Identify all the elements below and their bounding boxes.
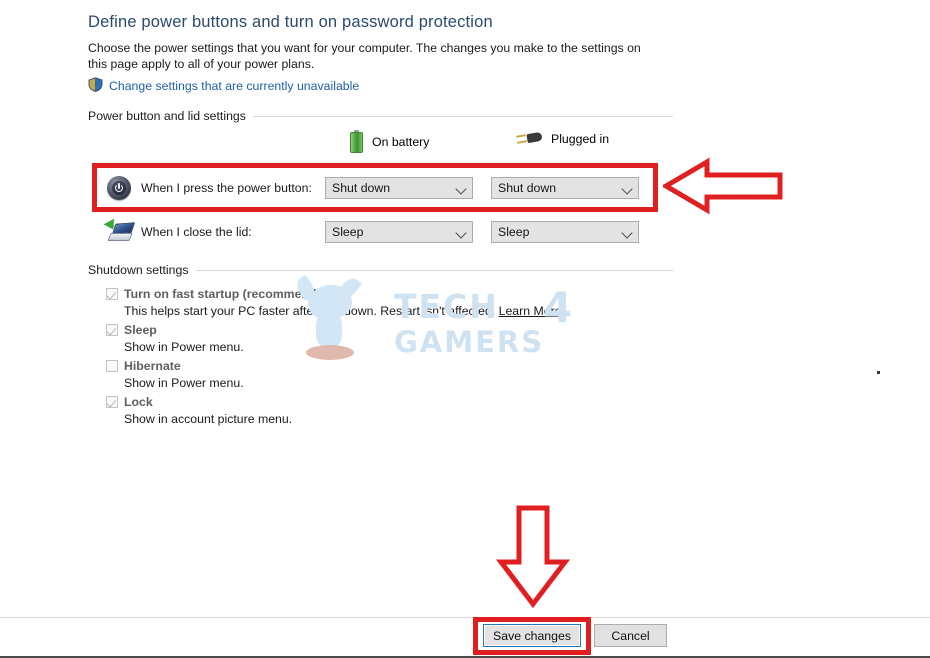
list-item: Turn on fast startup (recommended) This … — [106, 285, 566, 321]
checkbox-label-fast-startup: Turn on fast startup (recommended) — [124, 286, 335, 301]
change-settings-link-label[interactable]: Change settings that are currently unava… — [109, 79, 359, 93]
column-header-plugged-in: Plugged in — [515, 130, 610, 147]
chevron-down-icon[interactable] — [618, 178, 638, 198]
checkbox-hibernate[interactable] — [106, 359, 118, 372]
checkbox-description-sleep: Show in Power menu. — [124, 340, 244, 354]
setting-row-close-lid: When I close the lid: — [103, 215, 325, 249]
column-header-plugged-in-label: Plugged in — [551, 131, 610, 146]
shutdown-settings-group-label: Shutdown settings — [88, 263, 189, 277]
change-settings-link-row[interactable]: Change settings that are currently unava… — [88, 77, 359, 95]
list-item: Hibernate Show in Power menu. — [106, 357, 566, 393]
checkbox-description-text: This helps start your PC faster after sh… — [124, 304, 496, 318]
checkbox-row-sleep[interactable]: Sleep — [106, 321, 566, 338]
save-changes-button[interactable]: Save changes — [483, 624, 581, 647]
chevron-down-icon[interactable] — [618, 222, 638, 242]
checkbox-label-lock: Lock — [124, 394, 153, 409]
dropdown-power-button-on-battery-value: Shut down — [332, 181, 391, 195]
shutdown-settings-list: Turn on fast startup (recommended) This … — [106, 285, 566, 429]
checkbox-lock[interactable] — [106, 395, 118, 408]
stray-dot-artifact — [877, 371, 880, 374]
group-divider — [252, 115, 673, 117]
dropdown-close-lid-plugged-in[interactable]: Sleep — [491, 221, 639, 243]
chevron-down-icon[interactable] — [452, 178, 472, 198]
dropdown-power-button-plugged-in-value: Shut down — [498, 181, 557, 195]
list-item: Lock Show in account picture menu. — [106, 393, 566, 429]
shutdown-settings-group-header: Shutdown settings — [88, 263, 673, 277]
checkbox-description-fast-startup: This helps start your PC faster after sh… — [124, 302, 566, 321]
uac-shield-icon — [88, 77, 103, 95]
page-description: Choose the power settings that you want … — [88, 41, 641, 71]
checkbox-sleep[interactable] — [106, 323, 118, 336]
checkbox-description-lock: Show in account picture menu. — [124, 412, 293, 426]
column-header-on-battery-label: On battery — [372, 135, 430, 149]
checkbox-description-hibernate: Show in Power menu. — [124, 376, 244, 390]
checkbox-row-hibernate[interactable]: Hibernate — [106, 357, 566, 374]
checkbox-label-sleep: Sleep — [124, 322, 157, 337]
column-header-on-battery: On battery — [350, 130, 429, 154]
chevron-down-icon[interactable] — [452, 222, 472, 242]
battery-icon — [350, 130, 363, 154]
setting-row-power-button: When I press the power button: — [104, 171, 325, 205]
page-title: Define power buttons and turn on passwor… — [88, 13, 493, 31]
checkbox-label-hibernate: Hibernate — [124, 358, 181, 373]
setting-label-power-button: When I press the power button: — [141, 181, 312, 195]
dropdown-power-button-plugged-in[interactable]: Shut down — [491, 177, 639, 199]
dropdown-close-lid-on-battery-value: Sleep — [332, 225, 364, 239]
cancel-button[interactable]: Cancel — [594, 624, 667, 647]
power-plug-icon — [515, 130, 543, 147]
learn-more-link[interactable]: Learn More — [499, 304, 562, 318]
power-options-page: Define power buttons and turn on passwor… — [0, 0, 930, 617]
checkbox-fast-startup[interactable] — [106, 287, 118, 300]
footer-bar — [0, 618, 930, 656]
power-settings-group-header: Power button and lid settings — [88, 109, 673, 123]
dropdown-power-button-on-battery[interactable]: Shut down — [325, 177, 473, 199]
group-divider — [195, 269, 673, 271]
setting-label-close-lid: When I close the lid: — [141, 225, 252, 239]
checkbox-row-fast-startup[interactable]: Turn on fast startup (recommended) — [106, 285, 566, 302]
dropdown-close-lid-on-battery[interactable]: Sleep — [325, 221, 473, 243]
dropdown-close-lid-plugged-in-value: Sleep — [498, 225, 530, 239]
power-button-icon — [104, 173, 134, 203]
checkbox-row-lock[interactable]: Lock — [106, 393, 566, 410]
power-settings-group-label: Power button and lid settings — [88, 109, 246, 123]
laptop-lid-icon — [103, 217, 136, 247]
list-item: Sleep Show in Power menu. — [106, 321, 566, 357]
